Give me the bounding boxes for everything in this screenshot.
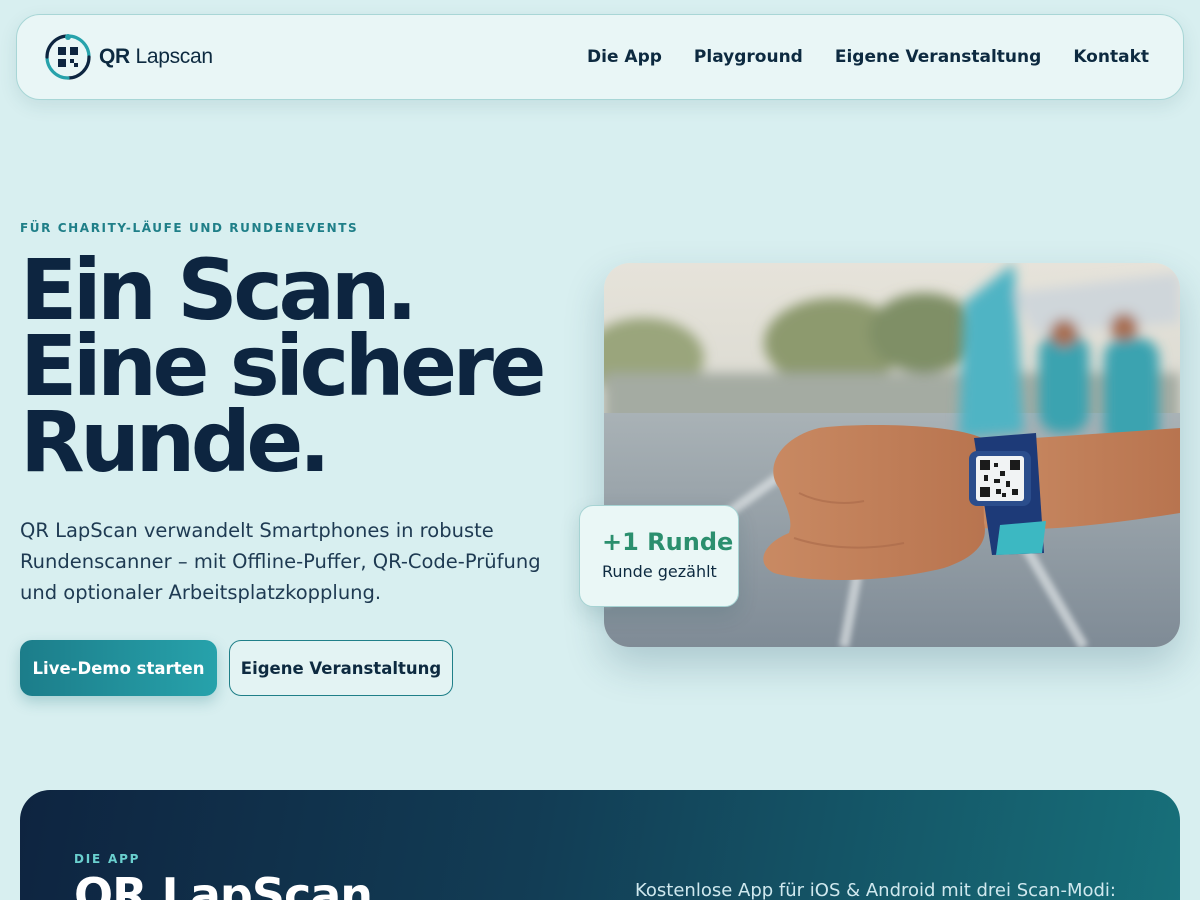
- badge-subtitle: Runde gezählt: [602, 562, 717, 581]
- live-demo-button[interactable]: Live-Demo starten: [20, 640, 217, 696]
- nav-links: Die App Playground Eigene Veranstaltung …: [587, 47, 1149, 67]
- logo-text: QR Lapscan: [99, 45, 213, 68]
- nav-link-eigene-veranstaltung[interactable]: Eigene Veranstaltung: [835, 47, 1041, 67]
- lap-counted-badge: +1 Runde Runde gezählt: [579, 505, 739, 607]
- app-section-description: Kostenlose App für iOS & Android mit dre…: [635, 880, 1116, 900]
- badge-title: +1 Runde: [602, 528, 734, 556]
- top-navigation: QR Lapscan Die App Playground Eigene Ver…: [16, 14, 1184, 100]
- hero-lead-text: QR LapScan verwandelt Smartphones in rob…: [20, 519, 541, 604]
- hero-eyebrow: FÜR CHARITY-LÄUFE UND RUNDENEVENTS: [20, 221, 359, 235]
- app-section: DIE APP QR LapScan Kostenlose App für iO…: [20, 790, 1180, 900]
- logo[interactable]: QR Lapscan: [45, 34, 213, 80]
- nav-link-kontakt[interactable]: Kontakt: [1073, 47, 1149, 67]
- app-section-title: QR LapScan: [74, 868, 373, 900]
- hero-headline: Ein Scan. Eine sichere Runde.: [20, 248, 580, 491]
- qr-scan-logo-icon: [45, 34, 91, 80]
- app-section-eyebrow: DIE APP: [74, 852, 141, 866]
- nav-link-playground[interactable]: Playground: [694, 47, 803, 67]
- nav-link-die-app[interactable]: Die App: [587, 47, 662, 67]
- headline-line-3: Runde.: [20, 393, 331, 491]
- eigene-veranstaltung-button[interactable]: Eigene Veranstaltung: [229, 640, 453, 696]
